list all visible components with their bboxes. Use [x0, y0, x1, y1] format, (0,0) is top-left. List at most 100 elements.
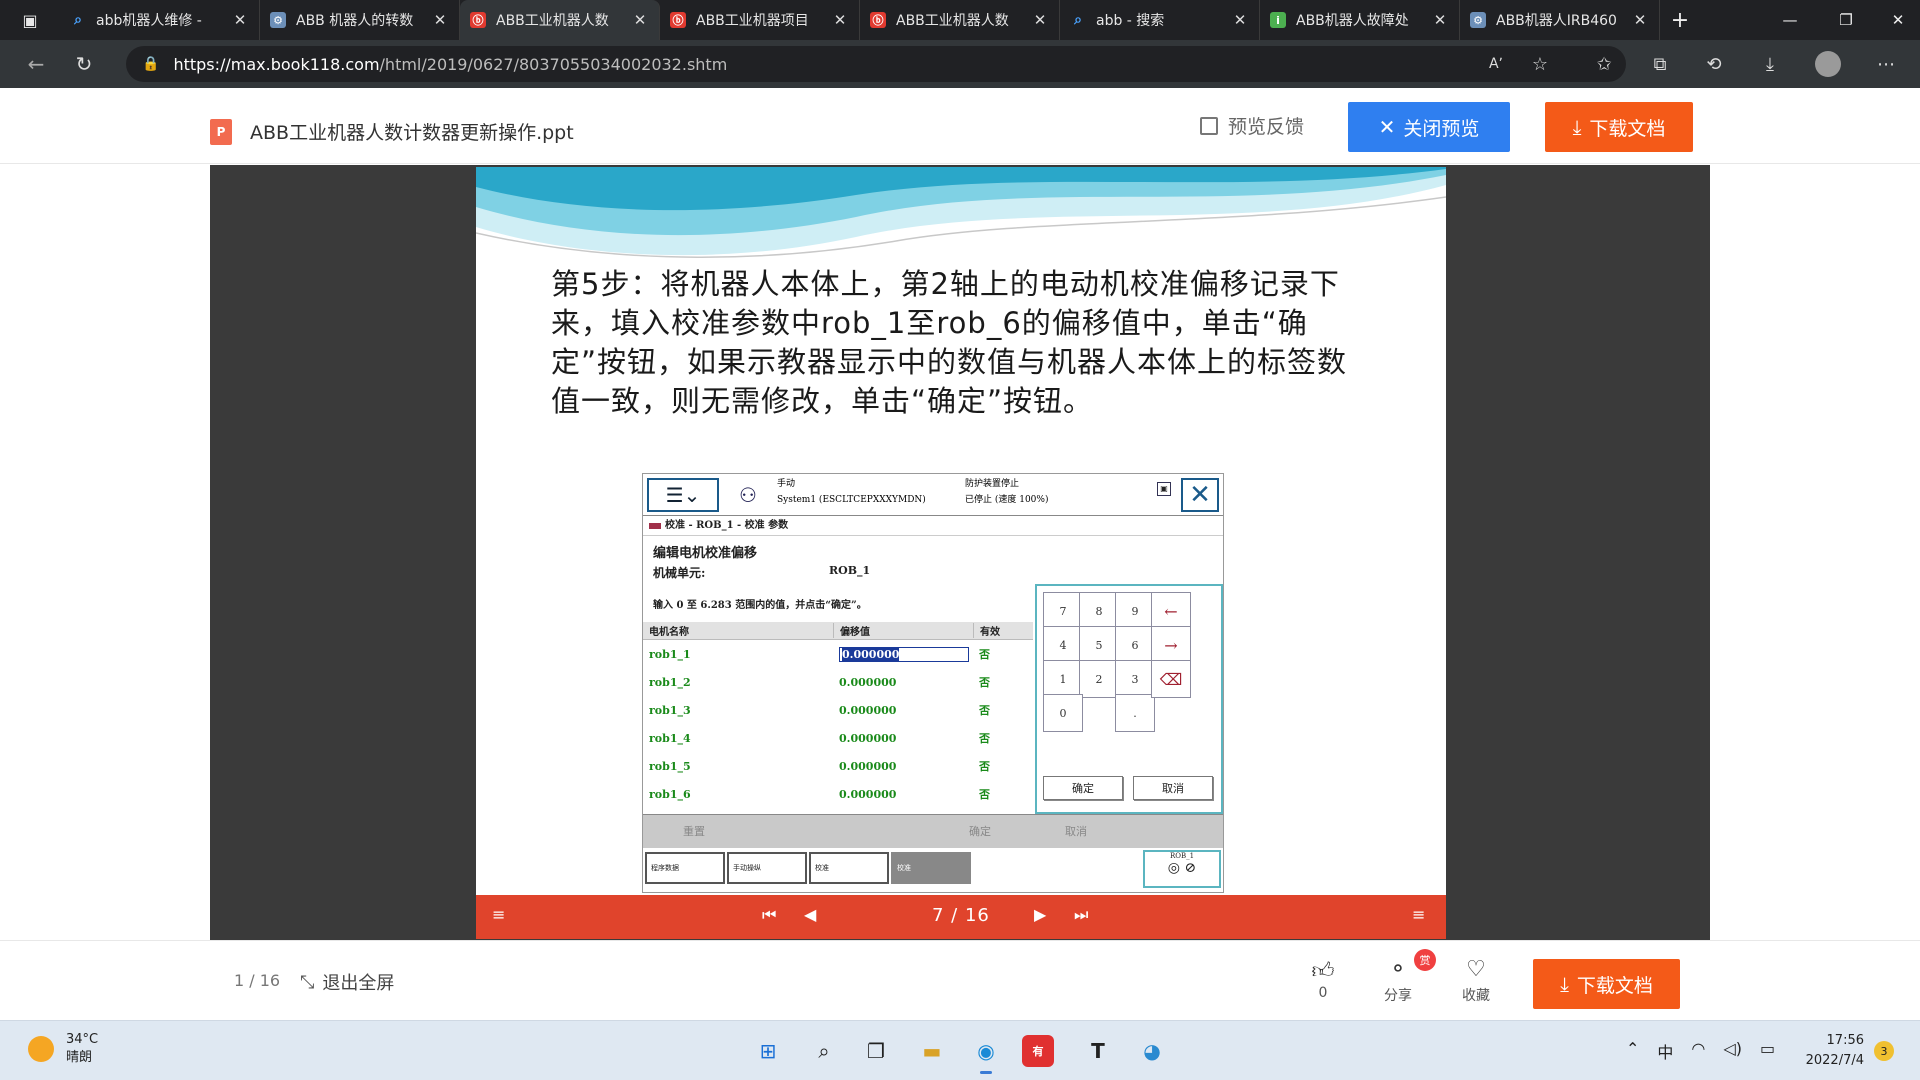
download-button-top[interactable]: ⤓ 下载文档 [1545, 102, 1693, 152]
table-body: rob1_1 0.000000 否 rob1_2 0.000000 否 rob1_3 0.00… [643, 640, 1033, 808]
weather-text: 34°C 晴朗 [66, 1031, 98, 1067]
close-tab-icon[interactable]: ✕ [831, 11, 849, 29]
pendant-window-icon: ▣ [1157, 482, 1171, 496]
paint-icon[interactable]: ◕ [1132, 1031, 1172, 1071]
history-icon[interactable]: ⟲ [1694, 40, 1734, 88]
close-tab-icon[interactable]: ✕ [1631, 11, 1649, 29]
start-icon[interactable]: ⊞ [748, 1031, 788, 1071]
weather-widget[interactable]: 34°C 晴朗 [28, 1031, 98, 1067]
browser-tab[interactable]: ⓑ ABB工业机器人数 ✕ [460, 0, 660, 40]
browser-tab[interactable]: ⚙ ABB机器人IRB460 ✕ [1460, 0, 1660, 40]
feedback-label: 预览反馈 [1228, 116, 1305, 138]
notification-badge[interactable]: 3 [1874, 1041, 1894, 1061]
share-label: 分享 [1384, 988, 1412, 1004]
pendant-status-mode: 手动 [777, 479, 796, 489]
slide-menu-icon[interactable]: ≡ [492, 905, 505, 924]
clock[interactable]: 17:56 2022/7/4 [1794, 1031, 1864, 1071]
footer-cancel-button: 取消 [1065, 825, 1087, 838]
arrow-left-icon: ← [1151, 592, 1191, 630]
valid-flag: 否 [979, 760, 990, 773]
close-window-button[interactable]: ✕ [1870, 0, 1920, 40]
chevron-up-icon[interactable]: ⌃ [1626, 1039, 1639, 1063]
volume-icon[interactable]: ◁) [1723, 1039, 1742, 1063]
close-preview-button[interactable]: ✕ 关闭预览 [1348, 102, 1510, 152]
rob-label: ROB_1 [1169, 852, 1195, 860]
search-icon: ⌕ [74, 12, 82, 28]
feedback-link[interactable]: 预览反馈 [1200, 112, 1304, 139]
download-label-bottom: 下载文档 [1576, 974, 1653, 997]
motor-name: rob1_4 [649, 731, 691, 745]
prev-page-icon[interactable]: ◀ [804, 905, 816, 924]
favorites-icon[interactable]: ✩ [1584, 40, 1624, 88]
add-favorite-icon[interactable]: ☆ [1520, 40, 1560, 88]
exit-fullscreen-label: 退出全屏 [322, 973, 395, 994]
browser-tab[interactable]: ⓑ ABB工业机器人数 ✕ [860, 0, 1060, 40]
jogging-tab: 手动操纵 [727, 852, 807, 884]
pendant-footer: 重置 确定 取消 [643, 814, 1223, 848]
wifi-icon[interactable]: ◠ [1691, 1039, 1705, 1063]
more-menu-icon[interactable]: ⋯ [1866, 40, 1906, 88]
close-tab-icon[interactable]: ✕ [1031, 11, 1049, 29]
offset-value: 0.000000 [839, 787, 897, 801]
valid-flag: 否 [979, 788, 990, 801]
tab-title: ABB工业机器人数 [896, 13, 1009, 29]
next-page-icon[interactable]: ▶ [1034, 905, 1046, 924]
pendant-status-guard: 防护装置停止 [965, 479, 1020, 489]
typora-icon[interactable]: T [1078, 1031, 1118, 1071]
minimize-button[interactable]: — [1762, 0, 1818, 40]
file-explorer-icon[interactable]: ▬ [912, 1031, 952, 1071]
close-tab-icon[interactable]: ✕ [431, 11, 449, 29]
calibration-icon [649, 522, 661, 529]
youdao-icon[interactable]: 有 [1022, 1035, 1054, 1067]
maximize-button[interactable]: ❐ [1818, 0, 1874, 40]
new-tab-button[interactable]: + [1660, 8, 1700, 33]
pendant-breadcrumb-text: 校准 - ROB_1 - 校准 参数 [665, 520, 789, 531]
last-page-icon[interactable]: ⏭ [1074, 905, 1088, 925]
battery-icon[interactable]: ▭ [1760, 1039, 1775, 1063]
date: 2022/7/4 [1805, 1053, 1864, 1068]
search-icon[interactable]: ⌕ [804, 1031, 844, 1071]
edge-browser-icon[interactable]: ◉ [966, 1031, 1006, 1074]
table-row: rob1_4 0.000000 否 [643, 724, 1033, 752]
browser-tab[interactable]: ⌕ abb机器人维修 - ✕ [60, 0, 260, 40]
close-tab-icon[interactable]: ✕ [231, 11, 249, 29]
refresh-icon[interactable]: ↻ [60, 40, 108, 88]
offset-cell: 0.000000 [833, 676, 973, 689]
exit-fullscreen-button[interactable]: ⤡ 退出全屏 [300, 969, 394, 995]
back-arrow-icon[interactable]: ← [12, 40, 60, 88]
offset-value: 0.000000 [839, 675, 897, 689]
table-row: rob1_6 0.000000 否 [643, 780, 1033, 808]
page-indicator: 7 / 16 [932, 905, 990, 926]
offset-value: 0.000000 [839, 703, 897, 717]
tab-actions-icon[interactable]: ▣ [0, 0, 60, 40]
slide-menu-right-icon[interactable]: ≡ [1412, 905, 1425, 924]
url-field[interactable]: 🔒 https://max.book118.com/html/2019/0627… [126, 46, 1626, 82]
collections-icon[interactable]: ⧉ [1640, 40, 1680, 88]
keypad-key: 8 [1079, 592, 1119, 630]
offset-cell: 0.000000 [833, 646, 973, 662]
profile-avatar[interactable] [1808, 40, 1848, 88]
close-tab-icon[interactable]: ✕ [1431, 11, 1449, 29]
browser-tab[interactable]: i ABB机器人故障处 ✕ [1260, 0, 1460, 40]
read-aloud-icon[interactable]: Aʼ [1476, 40, 1516, 88]
like-button[interactable]: 👍︎ 0 [1293, 957, 1353, 1001]
close-tab-icon[interactable]: ✕ [1231, 11, 1249, 29]
task-view-icon[interactable]: ❐ [856, 1031, 896, 1071]
browser-tab[interactable]: ⓑ ABB工业机器项目 ✕ [660, 0, 860, 40]
favorite-button[interactable]: ♡ 收藏 [1446, 957, 1506, 1005]
download-button-bottom[interactable]: ⤓ 下载文档 [1533, 959, 1680, 1009]
browser-tab-bar: ▣ ⌕ abb机器人维修 - ✕ ⚙ ABB 机器人的转数 ✕ ⓑ ABB工业机器人数 ✕ ⓑ A… [0, 0, 1920, 40]
document-header: P ABB工业机器人数计数器更新操作.ppt 预览反馈 ✕ 关闭预览 ⤓ 下载文… [0, 88, 1920, 164]
browser-tab[interactable]: ⚙ ABB 机器人的转数 ✕ [260, 0, 460, 40]
offset-cell: 0.000000 [833, 704, 973, 717]
keypad-key: . [1115, 694, 1155, 732]
motor-offset-table: 电机名称 偏移值 有效 rob1_1 0.000000 否 rob1_2 0.00000… [643, 622, 1033, 808]
pendant-status-speed: 已停止 (速度 100%) [965, 495, 1049, 505]
close-icon: ✕ [1378, 115, 1396, 139]
first-page-icon[interactable]: ⏮ [762, 905, 776, 925]
browser-tab[interactable]: ⌕ abb - 搜索 ✕ [1060, 0, 1260, 40]
doc-title: ABB工业机器人数计数器更新操作.ppt [250, 122, 574, 144]
close-tab-icon[interactable]: ✕ [631, 11, 649, 29]
ime-indicator[interactable]: 中 [1657, 1039, 1673, 1063]
downloads-icon[interactable]: ⤓ [1750, 40, 1790, 88]
